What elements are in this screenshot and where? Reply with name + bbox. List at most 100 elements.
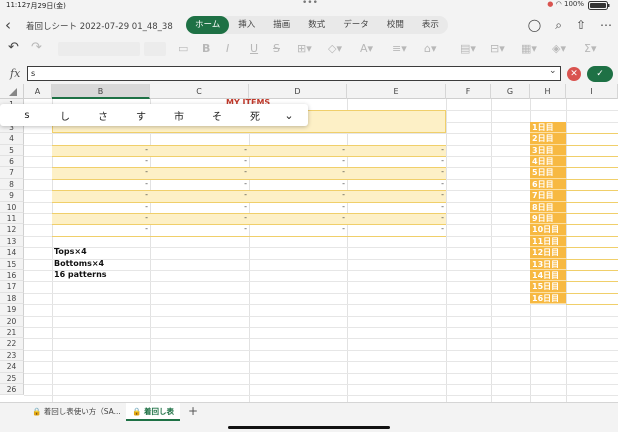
multitask-icon[interactable]: ••• (302, 0, 318, 8)
confirm-button[interactable]: ✓ (587, 66, 613, 82)
number-format-icon[interactable]: ⌂▾ (424, 42, 437, 55)
tab-insert[interactable]: 挿入 (229, 16, 264, 34)
suggestion[interactable]: さ (84, 108, 122, 123)
suggestion[interactable]: 市 (160, 108, 198, 123)
cell-value[interactable]: - (335, 213, 345, 222)
tab-review[interactable]: 校閲 (378, 16, 413, 34)
tab-draw[interactable]: 描画 (264, 16, 299, 34)
cell-value[interactable]: - (335, 156, 345, 165)
cell-style-icon[interactable]: ▤▾ (460, 42, 476, 55)
cell-value[interactable]: - (138, 190, 148, 199)
strikethrough-icon[interactable]: S (273, 42, 280, 55)
note-cell[interactable]: Bottoms×4 (54, 259, 104, 268)
suggestion[interactable]: 死 (236, 108, 274, 123)
day-cell[interactable]: 10日目 (530, 224, 566, 236)
day-cell[interactable]: 4日目 (530, 156, 566, 168)
clear-icon[interactable]: ◈▾ (552, 42, 566, 55)
cell-value[interactable]: - (434, 213, 444, 222)
fill-color-icon[interactable]: ◇▾ (328, 42, 342, 55)
format-painter-icon[interactable]: ▭ (178, 42, 188, 55)
cell-value[interactable]: - (237, 190, 247, 199)
insert-cells-icon[interactable]: ▦▾ (521, 42, 537, 55)
note-cell[interactable]: Tops×4 (54, 247, 87, 256)
add-sheet-icon[interactable]: + (188, 404, 198, 418)
font-name-box[interactable] (58, 42, 140, 56)
borders-icon[interactable]: ⊞▾ (297, 42, 312, 55)
autosum-icon[interactable]: Σ▾ (584, 42, 596, 55)
cell-value[interactable]: - (335, 179, 345, 188)
tab-home[interactable]: ホーム (186, 16, 230, 34)
more-icon[interactable]: ⋯ (600, 18, 612, 33)
day-cell[interactable]: 6日目 (530, 178, 566, 191)
day-cell[interactable]: 14日目 (530, 270, 566, 282)
day-cell[interactable]: 1日目 (530, 121, 566, 134)
cell-value[interactable]: - (335, 224, 345, 233)
cell-value[interactable]: - (237, 156, 247, 165)
chevron-down-icon[interactable]: ⌄ (274, 109, 304, 122)
document-title[interactable]: 着回しシート 2022-07-29 01_48_38 (26, 20, 173, 32)
tab-view[interactable]: 表示 (413, 16, 448, 34)
day-cell[interactable]: 5日目 (530, 167, 566, 179)
day-cell[interactable]: 13日目 (530, 258, 566, 270)
suggestion[interactable]: し (46, 108, 84, 123)
back-chevron-icon[interactable]: ‹ (5, 16, 11, 34)
cell-value[interactable]: - (335, 145, 345, 154)
cell-value[interactable]: - (138, 156, 148, 165)
cell-value[interactable]: - (434, 179, 444, 188)
day-cell[interactable]: 16日目 (530, 292, 566, 305)
day-cell[interactable]: 3日目 (530, 144, 566, 156)
cell-value[interactable]: - (138, 179, 148, 188)
cell-value[interactable]: - (237, 167, 247, 176)
table-icon[interactable]: ⊟▾ (490, 42, 505, 55)
cell-value[interactable]: - (434, 167, 444, 176)
cell-value[interactable]: - (237, 202, 247, 211)
search-icon[interactable]: ⌕ (555, 18, 562, 33)
font-color-icon[interactable]: A▾ (360, 42, 373, 55)
cell-value[interactable]: - (138, 202, 148, 211)
cell-value[interactable]: - (237, 224, 247, 233)
align-icon[interactable]: ≡▾ (392, 42, 407, 55)
note-cell[interactable]: 16 patterns (54, 270, 107, 279)
day-cell[interactable]: 7日目 (530, 190, 566, 202)
cell-value[interactable]: - (138, 213, 148, 222)
cell-value[interactable]: - (138, 145, 148, 154)
italic-icon[interactable]: I (226, 42, 229, 55)
sheet-tab-instructions[interactable]: 🔒 着回し表使い方（SA... (26, 403, 127, 421)
bold-icon[interactable]: B (202, 42, 210, 55)
cell-value[interactable]: - (237, 145, 247, 154)
font-size-box[interactable] (144, 42, 166, 56)
cell-value[interactable]: - (335, 167, 345, 176)
redo-icon[interactable]: ↷ (31, 40, 42, 55)
cell-value[interactable]: - (335, 202, 345, 211)
day-cell[interactable]: 11日目 (530, 235, 566, 248)
tab-data[interactable]: データ (334, 16, 378, 34)
sheet-tab-main[interactable]: 🔒 着回し表 (126, 403, 180, 421)
day-cell[interactable]: 12日目 (530, 247, 566, 259)
underline-icon[interactable]: U (250, 42, 258, 55)
tab-formulas[interactable]: 数式 (299, 16, 334, 34)
lightbulb-icon[interactable]: ◯ (528, 18, 541, 33)
spreadsheet-grid[interactable]: ABCDEFGHI 123456789101112131415161718192… (0, 84, 618, 402)
chevron-down-icon[interactable]: ⌄ (549, 66, 557, 76)
cell-value[interactable]: - (335, 190, 345, 199)
undo-icon[interactable]: ↶ (8, 40, 19, 55)
cancel-button[interactable]: ✕ (567, 67, 581, 81)
cell-value[interactable]: - (434, 190, 444, 199)
cell-value[interactable]: - (138, 167, 148, 176)
suggestion[interactable]: そ (198, 108, 236, 123)
cell-value[interactable]: - (237, 213, 247, 222)
cell-value[interactable]: - (434, 145, 444, 154)
cell-value[interactable]: - (434, 156, 444, 165)
cell-value[interactable]: - (237, 179, 247, 188)
day-cell[interactable]: 8日目 (530, 201, 566, 213)
cell-value[interactable]: - (138, 224, 148, 233)
share-icon[interactable]: ⇧ (576, 18, 586, 33)
suggestion[interactable]: s (8, 110, 46, 121)
cell-value[interactable]: - (434, 224, 444, 233)
day-cell[interactable]: 15日目 (530, 281, 566, 293)
cell-value[interactable]: - (434, 202, 444, 211)
suggestion[interactable]: す (122, 108, 160, 123)
home-indicator[interactable] (228, 426, 390, 429)
formula-input[interactable]: s (27, 66, 561, 81)
day-cell[interactable]: 9日目 (530, 213, 566, 225)
